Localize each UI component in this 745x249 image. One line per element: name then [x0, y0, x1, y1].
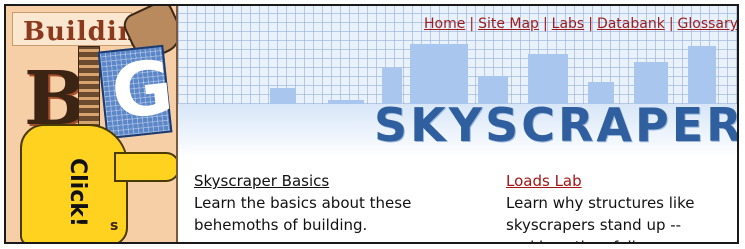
card-body-line: and how they fall [506, 236, 737, 242]
nav-separator: | [588, 16, 593, 32]
card-body-line: Learn why structures like [506, 194, 695, 212]
logo-letter-g: G [97, 44, 176, 140]
logo-word-box: Building [12, 12, 156, 47]
nav-glossary-link[interactable]: Glossary [678, 16, 737, 32]
card-title-link[interactable]: Loads Lab [506, 170, 737, 192]
skyline-header: Home | Site Map | Labs | Databank | Glossary SKY… [178, 6, 737, 158]
card-body-line: behemoths of building. [194, 216, 368, 234]
nav-labs-link[interactable]: Labs [552, 16, 585, 32]
card-loads-lab: Loads Lab Learn why structures like skys… [506, 170, 737, 242]
click-label[interactable]: Click! [65, 158, 90, 227]
card-body-line: Learn the basics about these [194, 194, 412, 212]
nav-site-map-link[interactable]: Site Map [478, 16, 539, 32]
nav-separator: | [542, 16, 548, 32]
card-skyscraper-basics: Skyscraper Basics Learn the basics about… [194, 170, 434, 236]
card-body-line: skyscrapers stand up -- [506, 216, 682, 234]
page-frame: Building B G Click! s Home | Site Map | Labs… [4, 4, 739, 244]
logo-foot-text: s [110, 218, 119, 234]
nav-separator: | [469, 16, 475, 32]
top-nav: Home | Site Map | Labs | Databank | Glossary [424, 16, 737, 38]
card-title-link[interactable]: Skyscraper Basics [194, 170, 434, 192]
pointing-finger-icon[interactable] [114, 152, 176, 182]
nav-separator: | [668, 16, 674, 32]
skyscrapers-wordmark: SKYSCRAPERS [374, 98, 737, 152]
logo-letter-g-text: G [107, 44, 177, 137]
nav-home-link[interactable]: Home [424, 16, 465, 32]
nav-databank-link[interactable]: Databank [597, 16, 665, 32]
building-big-logo[interactable]: Building B G Click! s [6, 6, 178, 242]
